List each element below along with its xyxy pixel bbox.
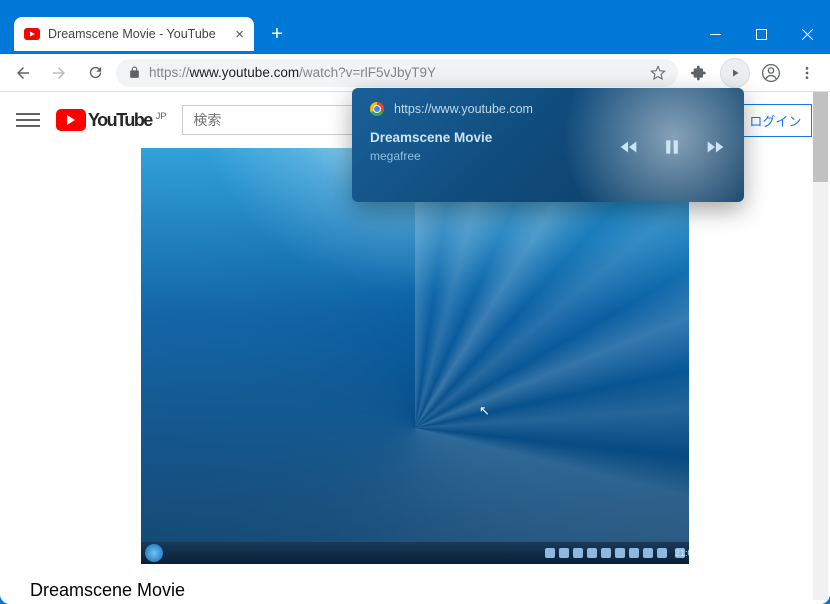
minimize-button[interactable] bbox=[692, 14, 738, 54]
new-tab-button[interactable]: + bbox=[262, 19, 292, 49]
previous-track-icon[interactable] bbox=[618, 136, 640, 158]
media-control-button[interactable] bbox=[720, 58, 750, 88]
vertical-scrollbar[interactable] bbox=[813, 92, 828, 600]
scrollbar-thumb[interactable] bbox=[813, 92, 828, 182]
taskbar-clock: 21:05 bbox=[675, 548, 685, 558]
video-background-glow bbox=[141, 148, 689, 564]
lock-icon bbox=[128, 66, 141, 79]
back-button[interactable] bbox=[8, 58, 38, 88]
hamburger-menu-icon[interactable] bbox=[16, 108, 40, 132]
youtube-play-icon bbox=[56, 109, 86, 131]
media-control-popup: https://www.youtube.com Dreamscene Movie… bbox=[352, 88, 744, 202]
youtube-brand-text: YouTube bbox=[88, 110, 152, 131]
popup-media-title: Dreamscene Movie bbox=[370, 130, 492, 145]
video-player[interactable]: ↖ 21:05 bbox=[141, 148, 689, 564]
cursor-icon: ↖ bbox=[479, 403, 490, 419]
tabs-row: Dreamscene Movie - YouTube × + bbox=[0, 14, 830, 54]
login-button[interactable]: ログイン bbox=[738, 104, 812, 137]
browser-tab[interactable]: Dreamscene Movie - YouTube × bbox=[14, 17, 254, 51]
window-controls bbox=[692, 14, 830, 54]
browser-window: Dreamscene Movie - YouTube × + https://w… bbox=[0, 0, 830, 604]
pause-icon[interactable] bbox=[662, 137, 682, 157]
popup-controls bbox=[618, 136, 726, 158]
video-area: ↖ 21:05 bbox=[0, 148, 830, 564]
video-title: Dreamscene Movie bbox=[0, 564, 830, 604]
popup-media-info: Dreamscene Movie megafree bbox=[370, 130, 492, 163]
youtube-region: JP bbox=[156, 111, 167, 121]
titlebar bbox=[0, 0, 830, 14]
start-orb-icon bbox=[145, 544, 163, 562]
address-bar[interactable]: https://www.youtube.com/watch?v=rlF5vJby… bbox=[116, 59, 678, 87]
forward-button[interactable] bbox=[44, 58, 74, 88]
tab-close-icon[interactable]: × bbox=[235, 26, 244, 43]
url-display: https://www.youtube.com/watch?v=rlF5vJby… bbox=[149, 65, 436, 80]
bookmark-star-icon[interactable] bbox=[650, 65, 666, 81]
tab-title: Dreamscene Movie - YouTube bbox=[48, 27, 216, 41]
profile-icon[interactable] bbox=[756, 58, 786, 88]
extensions-icon[interactable] bbox=[684, 58, 714, 88]
system-tray: 21:05 bbox=[545, 548, 685, 558]
chrome-icon bbox=[370, 102, 384, 116]
popup-site-url: https://www.youtube.com bbox=[394, 102, 533, 116]
youtube-favicon-icon bbox=[24, 28, 40, 40]
maximize-button[interactable] bbox=[738, 14, 784, 54]
reload-button[interactable] bbox=[80, 58, 110, 88]
menu-icon[interactable] bbox=[792, 58, 822, 88]
youtube-logo[interactable]: YouTube JP bbox=[56, 109, 166, 131]
close-button[interactable] bbox=[784, 14, 830, 54]
address-row: https://www.youtube.com/watch?v=rlF5vJby… bbox=[0, 54, 830, 92]
video-taskbar: 21:05 bbox=[141, 542, 689, 564]
popup-media-artist: megafree bbox=[370, 149, 492, 163]
popup-site-row: https://www.youtube.com bbox=[370, 102, 726, 116]
next-track-icon[interactable] bbox=[704, 136, 726, 158]
